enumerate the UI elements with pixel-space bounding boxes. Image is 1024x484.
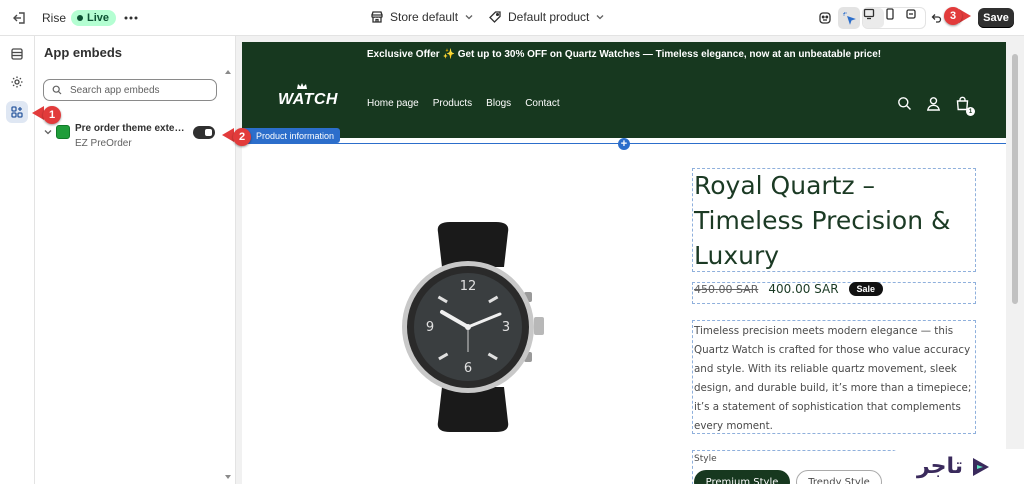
apps-icon [11, 106, 23, 118]
nav-item-contact[interactable]: Contact [525, 98, 559, 109]
variant-option-trendy[interactable]: Trendy Style [796, 470, 882, 484]
site-header[interactable]: WATCH Home page Products Blogs Contact 1 [242, 67, 1006, 138]
section-tag[interactable]: Product information [242, 128, 341, 143]
preview-scrollbar[interactable] [1010, 42, 1020, 484]
brand-logo-icon [973, 457, 990, 476]
product-title[interactable]: Royal Quartz – Timeless Precision & Luxu… [694, 168, 974, 273]
variant-label: Style [694, 454, 717, 464]
app-embed-provider: EZ PreOrder [75, 138, 132, 149]
left-rail [0, 36, 35, 484]
product-description[interactable]: Timeless precision meets modern elegance… [694, 322, 976, 436]
store-selector[interactable]: Store default [370, 10, 474, 24]
live-badge: Live [71, 10, 117, 26]
step-marker-3: 3 [944, 7, 962, 25]
store-icon [371, 11, 383, 23]
app-embed-item[interactable]: Pre order theme extensi... EZ PreOrder [35, 122, 225, 152]
live-badge-label: Live [87, 12, 110, 24]
price-compare: 450.00 SAR [694, 282, 759, 296]
price-current: 400.00 SAR [768, 282, 839, 296]
undo-icon [931, 14, 942, 23]
step-marker-2: 2 [233, 128, 251, 146]
product-image[interactable]: 12 9 3 6 [400, 222, 546, 432]
variant-option-premium[interactable]: Premium Style [694, 470, 790, 484]
exit-button[interactable] [10, 9, 28, 27]
nav-item-blogs[interactable]: Blogs [486, 98, 511, 109]
desktop-view-button[interactable] [863, 8, 884, 28]
account-icon[interactable] [926, 96, 941, 111]
preview-scroll-thumb[interactable] [1012, 54, 1018, 304]
gear-icon [11, 76, 23, 88]
svg-text:3: 3 [502, 320, 510, 335]
app-embed-toggle[interactable] [193, 126, 215, 139]
fullscreen-icon [906, 9, 916, 19]
scroll-up-arrow-icon[interactable] [224, 69, 232, 75]
cart-count-badge: 1 [966, 107, 975, 116]
sections-button[interactable] [6, 43, 28, 65]
step-marker-1: 1 [43, 106, 61, 124]
scroll-down-arrow-icon[interactable] [224, 474, 232, 480]
search-field[interactable] [43, 79, 217, 101]
store-selector-label: Store default [390, 10, 459, 24]
cursor-select-icon [843, 12, 856, 25]
mobile-icon [886, 8, 894, 20]
toggle-knob [205, 129, 212, 136]
add-section-button[interactable]: + [618, 138, 630, 150]
main-nav: Home page Products Blogs Contact [367, 98, 560, 109]
face-icon [819, 12, 831, 24]
nav-item-products[interactable]: Products [433, 98, 472, 109]
ellipsis-icon [124, 16, 138, 20]
search-input[interactable] [70, 84, 200, 96]
app-embeds-button[interactable] [6, 101, 28, 123]
theme-name: Rise [42, 11, 67, 25]
tag-icon [489, 11, 501, 23]
sections-icon [11, 48, 23, 60]
storefront-preview: Exclusive Offer ✨ Get up to 30% OFF on Q… [242, 42, 1006, 484]
panel-title: App embeds [44, 45, 123, 60]
nav-item-home[interactable]: Home page [367, 98, 419, 109]
plus-icon: + [620, 137, 628, 150]
chevron-down-icon[interactable] [43, 127, 53, 137]
chevron-down-icon [596, 15, 604, 20]
svg-text:9: 9 [426, 320, 434, 335]
theme-check-button[interactable] [814, 7, 836, 29]
inspector-button[interactable] [838, 7, 860, 29]
viewport-switcher [862, 7, 926, 29]
svg-text:12: 12 [460, 279, 477, 294]
svg-text:6: 6 [464, 361, 472, 376]
mobile-view-button[interactable] [884, 8, 905, 28]
desktop-icon [863, 8, 875, 20]
undo-button[interactable] [928, 7, 944, 29]
brand-text: تاجر [916, 454, 964, 479]
app-embed-name: Pre order theme extensi... [75, 123, 187, 134]
save-button[interactable]: Save [978, 8, 1014, 28]
top-bar: Rise Live Store default Default product [0, 0, 1024, 36]
sale-badge: Sale [848, 282, 884, 296]
price-row: 450.00 SAR 400.00 SAR Sale [694, 282, 884, 296]
store-logo[interactable]: WATCH [278, 91, 338, 109]
exit-icon [13, 12, 25, 24]
more-actions-button[interactable] [122, 10, 140, 26]
search-icon[interactable] [897, 96, 912, 111]
app-logo-icon [56, 125, 70, 139]
preview-canvas: Exclusive Offer ✨ Get up to 30% OFF on Q… [236, 36, 1024, 484]
chevron-down-icon [465, 15, 473, 20]
live-dot-icon [77, 15, 83, 21]
crown-icon [297, 83, 307, 89]
fullscreen-button[interactable] [905, 8, 926, 28]
product-selector[interactable]: Default product [488, 10, 605, 24]
product-selector-label: Default product [508, 10, 590, 24]
announcement-bar[interactable]: Exclusive Offer ✨ Get up to 30% OFF on Q… [242, 42, 1006, 67]
theme-settings-button[interactable] [6, 71, 28, 93]
brand-watermark: تاجر [884, 449, 1024, 484]
search-icon [52, 85, 62, 95]
app-embeds-panel: App embeds Pre order theme extensi... EZ… [35, 36, 236, 484]
